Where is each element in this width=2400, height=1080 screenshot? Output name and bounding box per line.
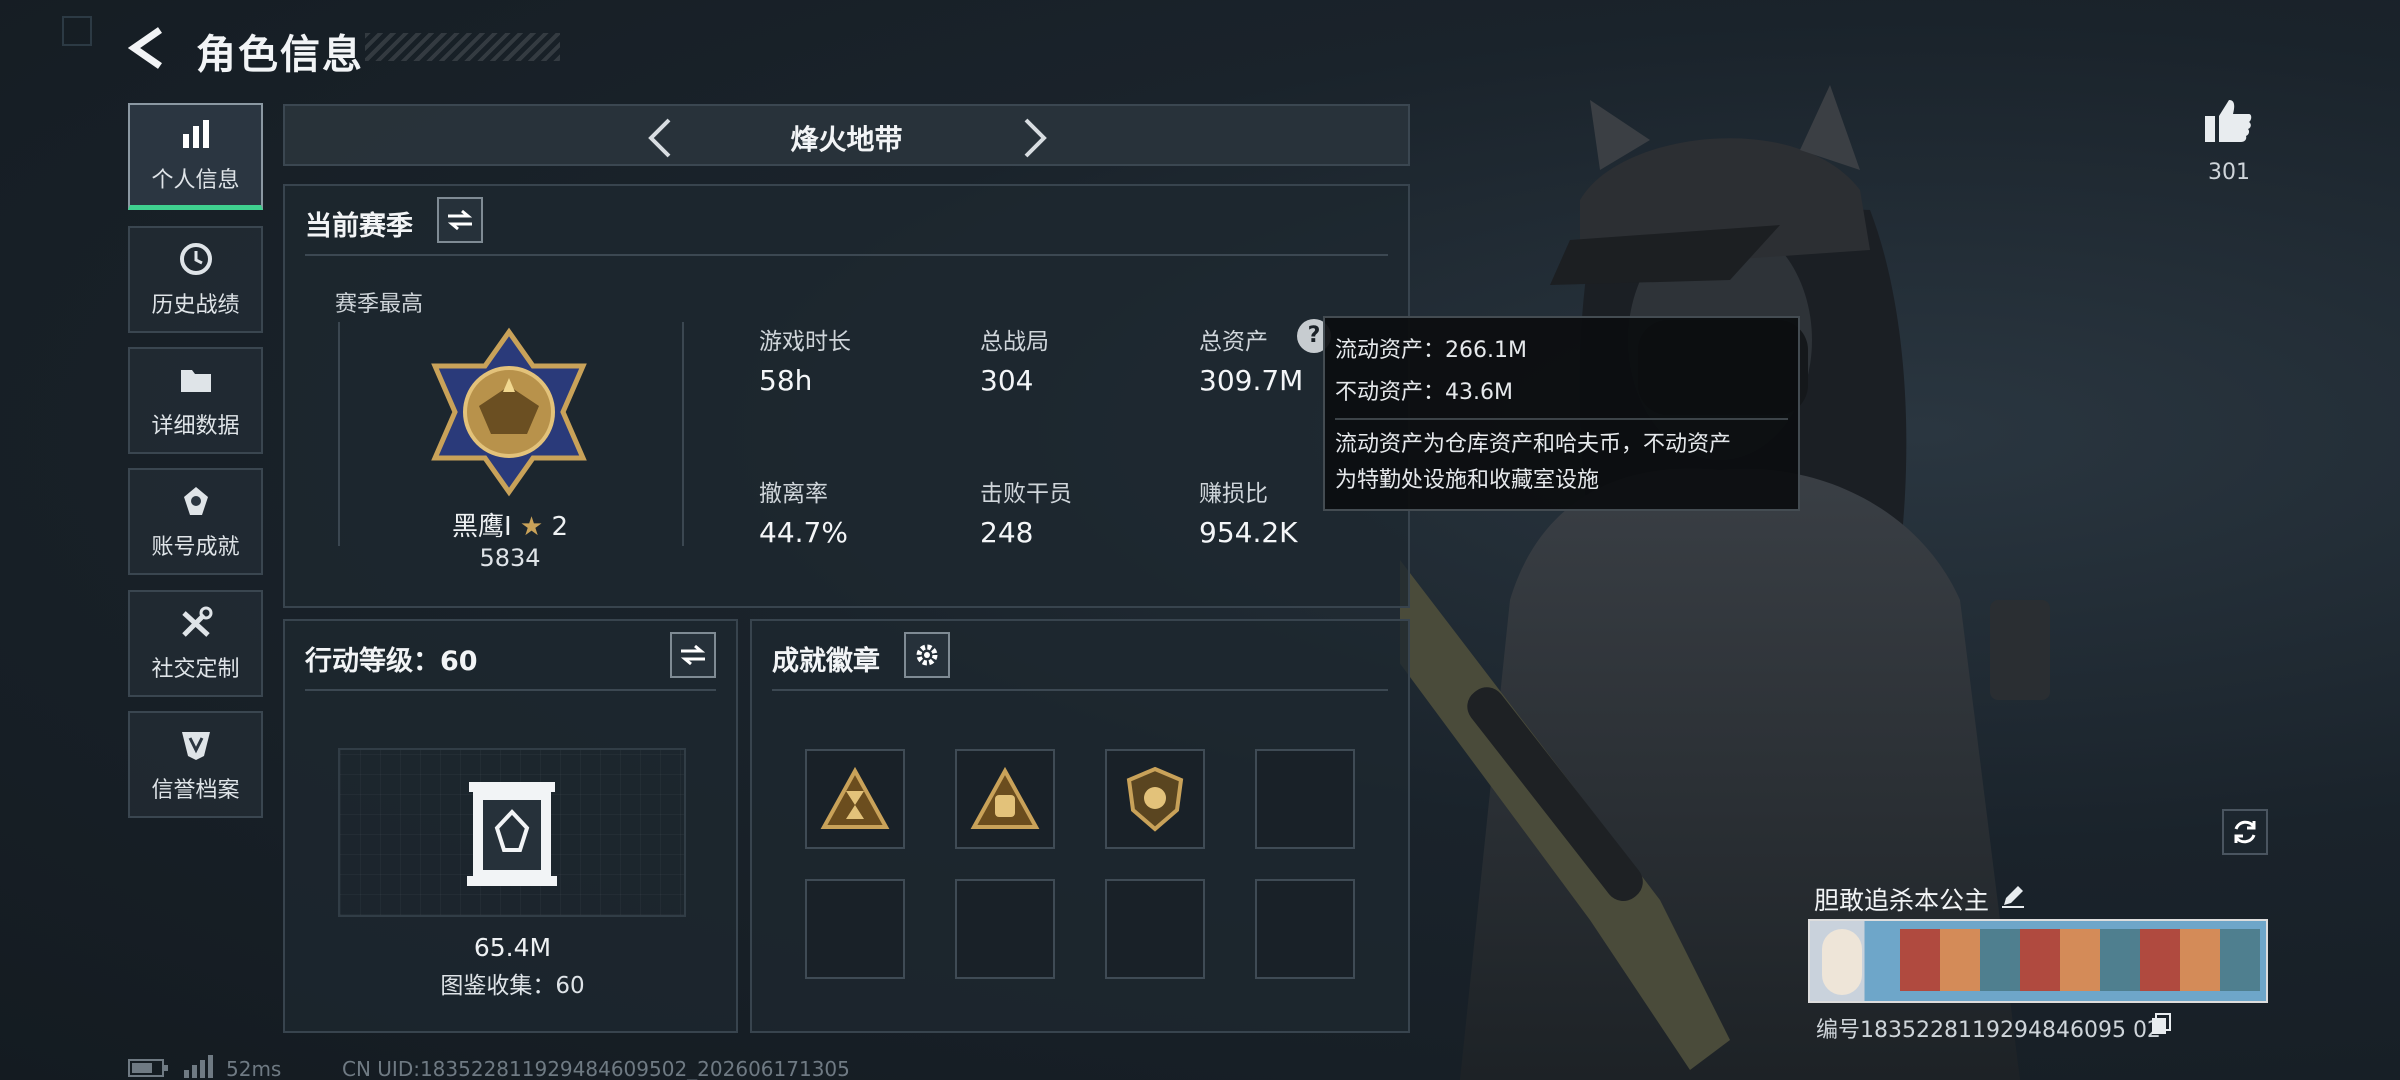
badge-slot-empty[interactable]: [1105, 879, 1205, 979]
signal-icon: [184, 1055, 213, 1078]
badge-slot-empty[interactable]: [955, 879, 1055, 979]
corner-decoration: [62, 16, 92, 46]
likes-count: 301: [2208, 160, 2250, 185]
sidebar-item-label: 详细数据: [151, 413, 240, 439]
stat-label-profit-ratio: 赚损比: [1199, 481, 1268, 507]
action-level-title: 行动等级：60: [305, 646, 478, 677]
collection-shelf-icon: [467, 782, 557, 886]
refresh-icon: [2234, 820, 2256, 844]
uid-line: CN UID:1835228119294846095​02_2026061713…: [342, 1057, 850, 1080]
sidebar-item-credit-record[interactable]: 信誉档案: [128, 711, 263, 818]
page-title: 角色信息: [196, 32, 364, 78]
copy-icon[interactable]: [2150, 1012, 2172, 1036]
achievement-icon: [183, 486, 208, 515]
back-arrow-icon[interactable]: [128, 26, 168, 70]
stat-label-playtime: 游戏时长: [759, 329, 851, 355]
sidebar-item-achievements[interactable]: 账号成就: [128, 468, 263, 575]
achievements-panel: 成就徽章: [750, 619, 1410, 1033]
achievements-settings-button[interactable]: [904, 632, 950, 678]
stat-value-kills: 248: [980, 516, 1034, 549]
divider: [1335, 418, 1788, 420]
sidebar-item-label: 历史战绩: [151, 292, 240, 318]
sidebar-item-label: 信誉档案: [151, 777, 240, 803]
swap-icon: [680, 644, 706, 666]
swap-icon: [447, 209, 473, 231]
rank-medal-icon: [431, 327, 587, 497]
bar-chart-icon: [182, 120, 209, 148]
stat-value-profit-ratio: 954.2K: [1199, 516, 1298, 549]
rank-points: 5834: [479, 544, 541, 572]
divider: [305, 689, 716, 691]
stat-value-total-matches: 304: [980, 364, 1034, 397]
action-level-swap-button[interactable]: [670, 632, 716, 678]
credit-shield-icon: [181, 731, 210, 760]
sidebar-item-personal-info[interactable]: 个人信息: [128, 103, 263, 210]
stat-value-total-assets: 309.7M: [1199, 364, 1304, 397]
profile-banner-image: [1808, 919, 2268, 1003]
stat-label-kills: 击败干员: [980, 481, 1072, 507]
tooltip-fixed-assets: 不动资产：43.6M: [1335, 380, 1513, 405]
chevron-right-icon[interactable]: [1020, 116, 1050, 160]
collection-value: 65.4M: [473, 933, 552, 962]
history-clock-icon: [179, 242, 212, 275]
folder-icon: [180, 369, 211, 392]
achievements-title: 成就徽章: [772, 646, 880, 677]
player-nickname: 胆敢追杀本公主: [1814, 886, 1990, 915]
gear-icon: [916, 644, 938, 666]
badge-slot-empty[interactable]: [1255, 749, 1355, 849]
title-decoration: [365, 33, 560, 61]
thumbs-up-icon[interactable]: [2203, 98, 2253, 144]
tools-icon: [181, 606, 212, 637]
stat-label-extract-rate: 撤离率: [759, 481, 828, 507]
action-level-panel: 行动等级：60 65.4M 图鉴收集：60: [283, 619, 738, 1033]
badge-lion-icon: [1126, 766, 1184, 832]
edit-pencil-icon[interactable]: [2000, 883, 2026, 909]
assets-tooltip: 流动资产：266.1M 不动资产：43.6M 流动资产为仓库资产和哈夫币，不动资…: [1323, 316, 1800, 511]
collection-count: 图鉴收集：60: [440, 973, 585, 999]
divider: [305, 254, 1388, 256]
sidebar-item-social-custom[interactable]: 社交定制: [128, 590, 263, 697]
season-swap-button[interactable]: [437, 197, 483, 243]
stat-value-playtime: 58h: [759, 364, 813, 397]
stat-value-extract-rate: 44.7%: [759, 516, 848, 549]
mode-name: 烽火地带: [790, 123, 903, 156]
star-icon: ★: [519, 512, 544, 542]
rank-name: 黑鹰Ⅰ: [451, 512, 512, 542]
tooltip-description: 流动资产为仓库资产和哈夫币，不动资产: [1335, 432, 1732, 457]
badge-slot[interactable]: [805, 749, 905, 849]
sidebar-item-history[interactable]: 历史战绩: [128, 226, 263, 333]
sidebar-item-detailed-data[interactable]: 详细数据: [128, 347, 263, 454]
tooltip-liquid-assets: 流动资产：266.1M: [1335, 338, 1527, 363]
rank-stars: 2: [551, 512, 569, 542]
sidebar-item-label: 账号成就: [151, 534, 240, 560]
badge-slot-empty[interactable]: [1255, 879, 1355, 979]
banner-scene: [1900, 929, 2260, 991]
season-title: 当前赛季: [305, 211, 413, 242]
stat-label-total-matches: 总战局: [980, 329, 1049, 355]
rank-name-row: 黑鹰Ⅰ ★ 2: [285, 506, 735, 543]
badge-slot[interactable]: [955, 749, 1055, 849]
battery-icon: [128, 1059, 168, 1077]
badge-bag-icon: [970, 767, 1040, 829]
refresh-button[interactable]: [2222, 809, 2268, 855]
badge-slot[interactable]: [1105, 749, 1205, 849]
sidebar-item-label: 个人信息: [151, 168, 240, 193]
tooltip-description: 为特勤处设施和收藏室设施: [1335, 468, 1600, 493]
banner-character-icon: [1822, 929, 1862, 995]
player-uid: 编号1835228119294846095 02: [1816, 1018, 2161, 1043]
divider: [772, 689, 1388, 691]
sidebar-item-label: 社交定制: [151, 656, 240, 682]
badge-slot-empty[interactable]: [805, 879, 905, 979]
mode-selector: 烽火地带: [283, 104, 1410, 166]
badge-hourglass-icon: [820, 767, 890, 829]
season-panel: 当前赛季 赛季最高 黑鹰Ⅰ ★ 2 5834 游戏时长 58h 总战局 304 …: [283, 184, 1410, 608]
season-best-label: 赛季最高: [335, 292, 424, 317]
stat-label-total-assets: 总资产: [1199, 329, 1268, 355]
ping-text: 52ms: [226, 1057, 282, 1080]
